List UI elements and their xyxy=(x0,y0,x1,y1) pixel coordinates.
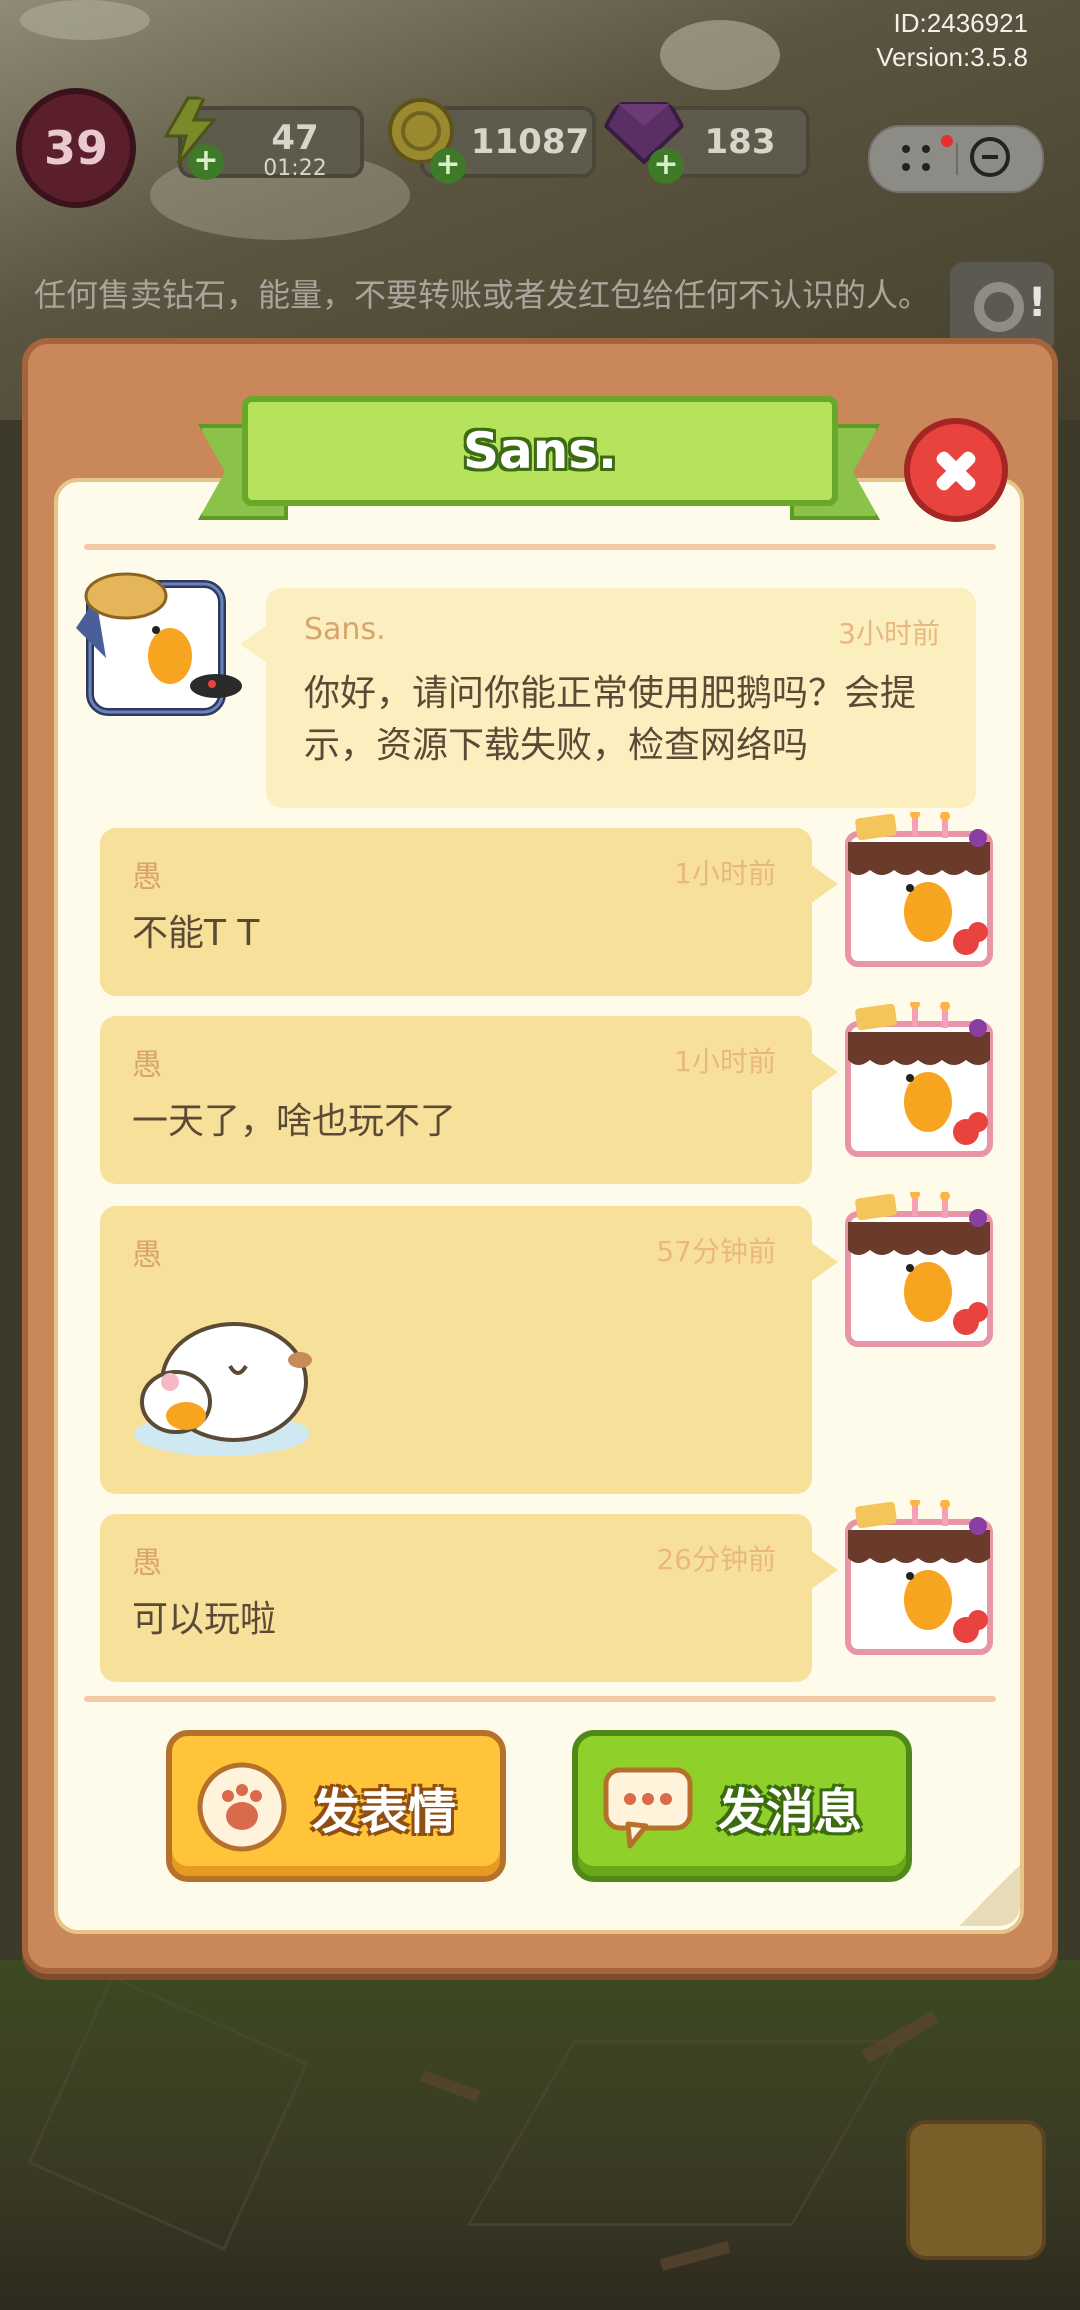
send-message-label: 发消息 xyxy=(718,1784,863,1840)
message-bubble-incoming: Sans. 3小时前 你好，请问你能正常使用肥鹅吗？会提示，资源下载失败，检查网… xyxy=(240,588,976,808)
message-sender: Sans. xyxy=(304,612,386,647)
self-avatar[interactable] xyxy=(842,812,996,968)
version-text: Version:3.5.8 xyxy=(876,42,1028,72)
divider xyxy=(84,1696,996,1702)
send-message-button[interactable]: 发消息 xyxy=(572,1730,912,1882)
send-emoji-label: 发表情 xyxy=(312,1784,457,1840)
self-avatar[interactable] xyxy=(842,1500,996,1656)
self-avatar[interactable] xyxy=(842,1002,996,1158)
message-sender: 愚 xyxy=(132,1048,162,1083)
gem-plus-icon[interactable]: + xyxy=(648,148,684,184)
snow-patch xyxy=(20,0,150,40)
message-sender: 愚 xyxy=(132,1238,162,1273)
message-time: 3小时前 xyxy=(838,617,940,650)
energy-value: 47 xyxy=(271,118,319,158)
energy-plus-icon[interactable]: + xyxy=(188,144,224,180)
background-chat-button xyxy=(906,2120,1046,2260)
dialog-title: Sans. xyxy=(462,422,618,480)
message-bubble-outgoing: 愚 26分钟前 可以玩啦 xyxy=(100,1514,838,1682)
message-text: 可以玩啦 xyxy=(132,1599,277,1640)
player-id: ID:2436921 xyxy=(893,8,1028,38)
paw-icon xyxy=(197,1762,287,1852)
message-bubble-outgoing: 愚 57分钟前 xyxy=(100,1206,838,1494)
build-info: ID:2436921 Version:3.5.8 xyxy=(876,6,1028,74)
gem-value: 183 xyxy=(704,122,776,162)
more-icon[interactable] xyxy=(898,141,938,177)
snow-patch xyxy=(660,20,780,90)
message-text: 不能T T xyxy=(132,913,260,954)
chat-bubble-icon xyxy=(603,1767,693,1849)
message-time: 26分钟前 xyxy=(656,1543,776,1576)
message-text: 一天了，啥也玩不了 xyxy=(132,1101,457,1142)
miniprogram-capsule xyxy=(868,125,1044,193)
capsule-divider xyxy=(956,143,958,175)
divider xyxy=(84,544,996,550)
message-time: 1小时前 xyxy=(674,1045,776,1078)
message-time: 1小时前 xyxy=(674,857,776,890)
other-user-avatar[interactable] xyxy=(66,568,246,728)
message-sender: 愚 xyxy=(132,860,162,895)
message-bubble-outgoing: 愚 1小时前 一天了，啥也玩不了 xyxy=(100,1016,838,1184)
coin-value: 11087 xyxy=(470,122,590,162)
page-curl xyxy=(960,1864,1020,1926)
message-text: 你好，请问你能正常使用肥鹅吗？会提示，资源下载失败，检查网络吗 xyxy=(304,673,917,766)
message-time: 57分钟前 xyxy=(656,1235,776,1268)
coin-plus-icon[interactable]: + xyxy=(430,148,466,184)
sleeping-goose-sticker[interactable] xyxy=(130,1306,320,1466)
scam-warning-text: 任何售卖钻石，能量，不要转账或者发红包给任何不认识的人。 xyxy=(34,276,931,314)
message-sender: 愚 xyxy=(132,1546,162,1581)
level-badge[interactable]: 39 xyxy=(16,88,136,208)
close-button[interactable] xyxy=(904,418,1008,522)
self-avatar[interactable] xyxy=(842,1192,996,1348)
minimize-icon[interactable] xyxy=(970,137,1010,177)
message-bubble-outgoing: 愚 1小时前 不能T T xyxy=(100,828,838,996)
dialog-title-banner: Sans. xyxy=(242,396,838,506)
send-emoji-button[interactable]: 发表情 xyxy=(166,1730,506,1882)
level-number: 39 xyxy=(43,121,108,175)
notification-dot xyxy=(941,135,953,147)
energy-timer: 01:22 xyxy=(263,156,327,181)
